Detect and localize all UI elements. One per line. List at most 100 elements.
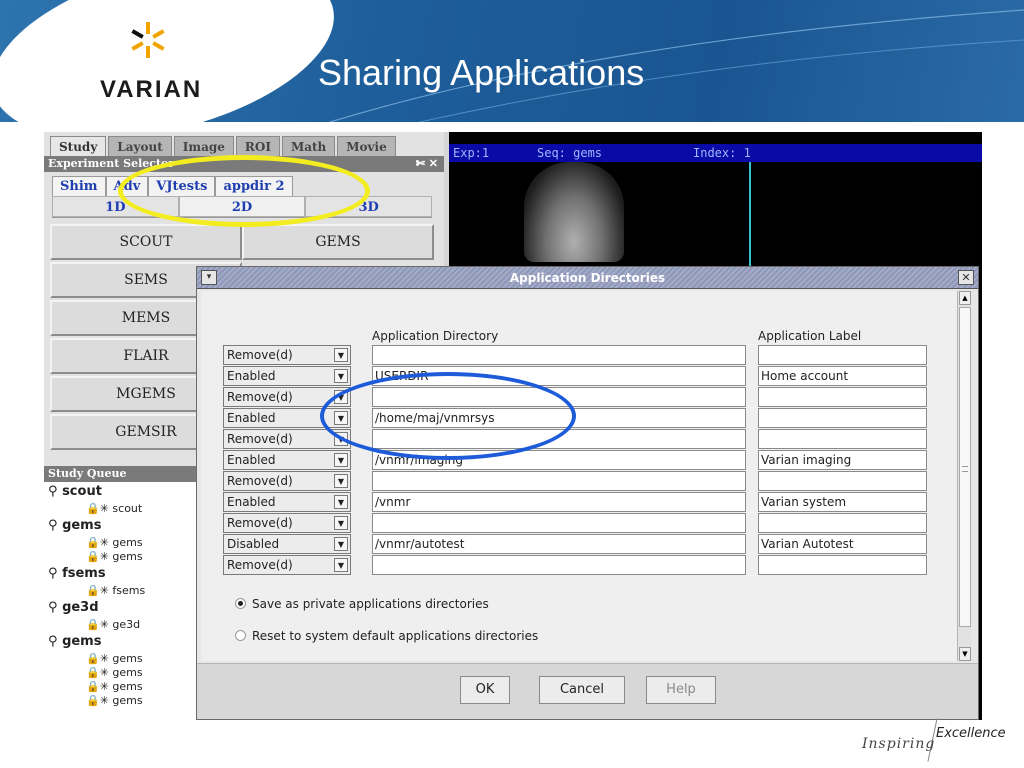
- tab-layout[interactable]: Layout: [108, 136, 172, 156]
- tab-movie[interactable]: Movie: [337, 136, 396, 156]
- queue-node[interactable]: ⚲ scout: [48, 484, 102, 499]
- protocol-icon: ✳: [99, 618, 113, 631]
- tab-image[interactable]: Image: [173, 136, 234, 156]
- radio-dot-icon: [235, 630, 246, 641]
- radio-save-private[interactable]: Save as private applications directories: [235, 597, 489, 611]
- status-select[interactable]: Remove(d) ▼: [223, 555, 351, 575]
- protocol-icon: ✳: [99, 666, 113, 679]
- status-select[interactable]: Enabled ▼: [223, 450, 351, 470]
- label-input[interactable]: Varian imaging: [758, 450, 927, 470]
- queue-leaf[interactable]: 🔒✳ gems: [86, 666, 143, 679]
- protocol-icon: ✳: [99, 536, 113, 549]
- viewport-info-bar: Exp:1 Seq: gems Index: 1: [449, 144, 982, 162]
- tab-shim[interactable]: Shim: [52, 176, 106, 196]
- slide-title: Sharing Applications: [318, 52, 645, 93]
- queue-leaf[interactable]: 🔒✳ ge3d: [86, 618, 140, 631]
- sequence-button-scout[interactable]: SCOUT: [50, 224, 242, 260]
- cursor-line[interactable]: [749, 162, 751, 272]
- help-button[interactable]: Help: [646, 676, 716, 704]
- queue-node[interactable]: ⚲ gems: [48, 634, 101, 649]
- directory-row: Remove(d) ▼: [201, 513, 961, 534]
- lock-icon: 🔒: [86, 584, 100, 597]
- scroll-up-icon[interactable]: ▲: [959, 291, 971, 305]
- label-input[interactable]: [758, 429, 927, 449]
- label-input[interactable]: Varian Autotest: [758, 534, 927, 554]
- protocol-icon: ✳: [99, 550, 113, 563]
- radio-dot-icon: [235, 598, 246, 609]
- status-select[interactable]: Remove(d) ▼: [223, 513, 351, 533]
- lock-icon: 🔒: [86, 694, 100, 707]
- vertical-scrollbar[interactable]: ▲ ▼: [957, 291, 971, 661]
- slide-header-banner: VARIAN Sharing Applications: [0, 0, 1024, 122]
- label-input[interactable]: [758, 345, 927, 365]
- label-input[interactable]: [758, 513, 927, 533]
- exp-label: Exp:1: [453, 146, 490, 160]
- status-select[interactable]: Remove(d) ▼: [223, 345, 351, 365]
- varian-logo-icon: [131, 22, 165, 58]
- scroll-thumb[interactable]: [959, 307, 971, 627]
- directory-input[interactable]: /vnmr/autotest: [372, 534, 746, 554]
- scroll-down-icon[interactable]: ▼: [959, 647, 971, 661]
- directory-input[interactable]: [372, 345, 746, 365]
- label-input[interactable]: [758, 555, 927, 575]
- tab-math[interactable]: Math: [281, 136, 336, 156]
- queue-node[interactable]: ⚲ fsems: [48, 566, 106, 581]
- queue-leaf[interactable]: 🔒✳ gems: [86, 680, 143, 693]
- highlight-ring-blue: [320, 372, 576, 460]
- queue-leaf[interactable]: 🔒✳ gems: [86, 536, 143, 549]
- protocol-icon: ✳: [99, 652, 113, 665]
- highlight-ring-yellow: [118, 155, 370, 227]
- protocol-icon: ✳: [99, 502, 113, 515]
- label-input[interactable]: Home account: [758, 366, 927, 386]
- tree-node-icon: ⚲: [48, 484, 63, 499]
- lock-icon: 🔒: [86, 550, 100, 563]
- directory-row: Enabled ▼ USERDIR Home account: [201, 366, 961, 387]
- queue-node[interactable]: ⚲ ge3d: [48, 600, 99, 615]
- protocol-icon: ✳: [99, 584, 113, 597]
- tab-study[interactable]: Study: [50, 136, 107, 156]
- close-icon[interactable]: ✕: [958, 270, 974, 285]
- dialog-titlebar[interactable]: Application Directories ▾ ✕: [197, 267, 978, 289]
- queue-node[interactable]: ⚲ gems: [48, 518, 101, 533]
- label-input[interactable]: Varian system: [758, 492, 927, 512]
- chevron-down-icon: ▼: [334, 474, 348, 488]
- status-select[interactable]: Enabled ▼: [223, 492, 351, 512]
- top-tab-bar: Study Layout Image ROI Math Movie: [50, 136, 398, 156]
- grip-icon: [962, 466, 968, 472]
- window-menu-icon[interactable]: ▾: [201, 270, 217, 285]
- logo-text: VARIAN: [100, 76, 203, 103]
- ok-button[interactable]: OK: [460, 676, 510, 704]
- label-input[interactable]: [758, 408, 927, 428]
- sequence-button-gems[interactable]: GEMS: [242, 224, 434, 260]
- queue-leaf[interactable]: 🔒✳ gems: [86, 652, 143, 665]
- dialog-footer: OK Cancel Help: [197, 663, 978, 719]
- chevron-down-icon: ▼: [334, 453, 348, 467]
- label-input[interactable]: [758, 471, 927, 491]
- panel-controls-icon[interactable]: ✄ ✕: [416, 156, 438, 172]
- directory-input[interactable]: [372, 513, 746, 533]
- lock-icon: 🔒: [86, 666, 100, 679]
- queue-leaf[interactable]: 🔒✳ fsems: [86, 584, 145, 597]
- lock-icon: 🔒: [86, 536, 100, 549]
- directory-input[interactable]: [372, 555, 746, 575]
- tree-node-icon: ⚲: [48, 634, 63, 649]
- status-select[interactable]: Disabled ▼: [223, 534, 351, 554]
- cancel-button[interactable]: Cancel: [539, 676, 625, 704]
- index-label: Index: 1: [693, 146, 751, 160]
- directory-row: Enabled ▼ /vnmr Varian system: [201, 492, 961, 513]
- status-select[interactable]: Remove(d) ▼: [223, 471, 351, 491]
- tab-roi[interactable]: ROI: [235, 136, 280, 156]
- lock-icon: 🔒: [86, 680, 100, 693]
- protocol-icon: ✳: [99, 680, 113, 693]
- header-application-label: Application Label: [758, 329, 862, 343]
- directory-input[interactable]: /vnmr: [372, 492, 746, 512]
- radio-reset-default[interactable]: Reset to system default applications dir…: [235, 629, 538, 643]
- queue-leaf[interactable]: 🔒✳ scout: [86, 502, 142, 515]
- queue-leaf[interactable]: 🔒✳ gems: [86, 694, 143, 707]
- queue-leaf[interactable]: 🔒✳ gems: [86, 550, 143, 563]
- directory-input[interactable]: [372, 471, 746, 491]
- label-input[interactable]: [758, 387, 927, 407]
- status-select[interactable]: Enabled ▼: [223, 366, 351, 386]
- chevron-down-icon: ▼: [334, 558, 348, 572]
- lock-icon: 🔒: [86, 652, 100, 665]
